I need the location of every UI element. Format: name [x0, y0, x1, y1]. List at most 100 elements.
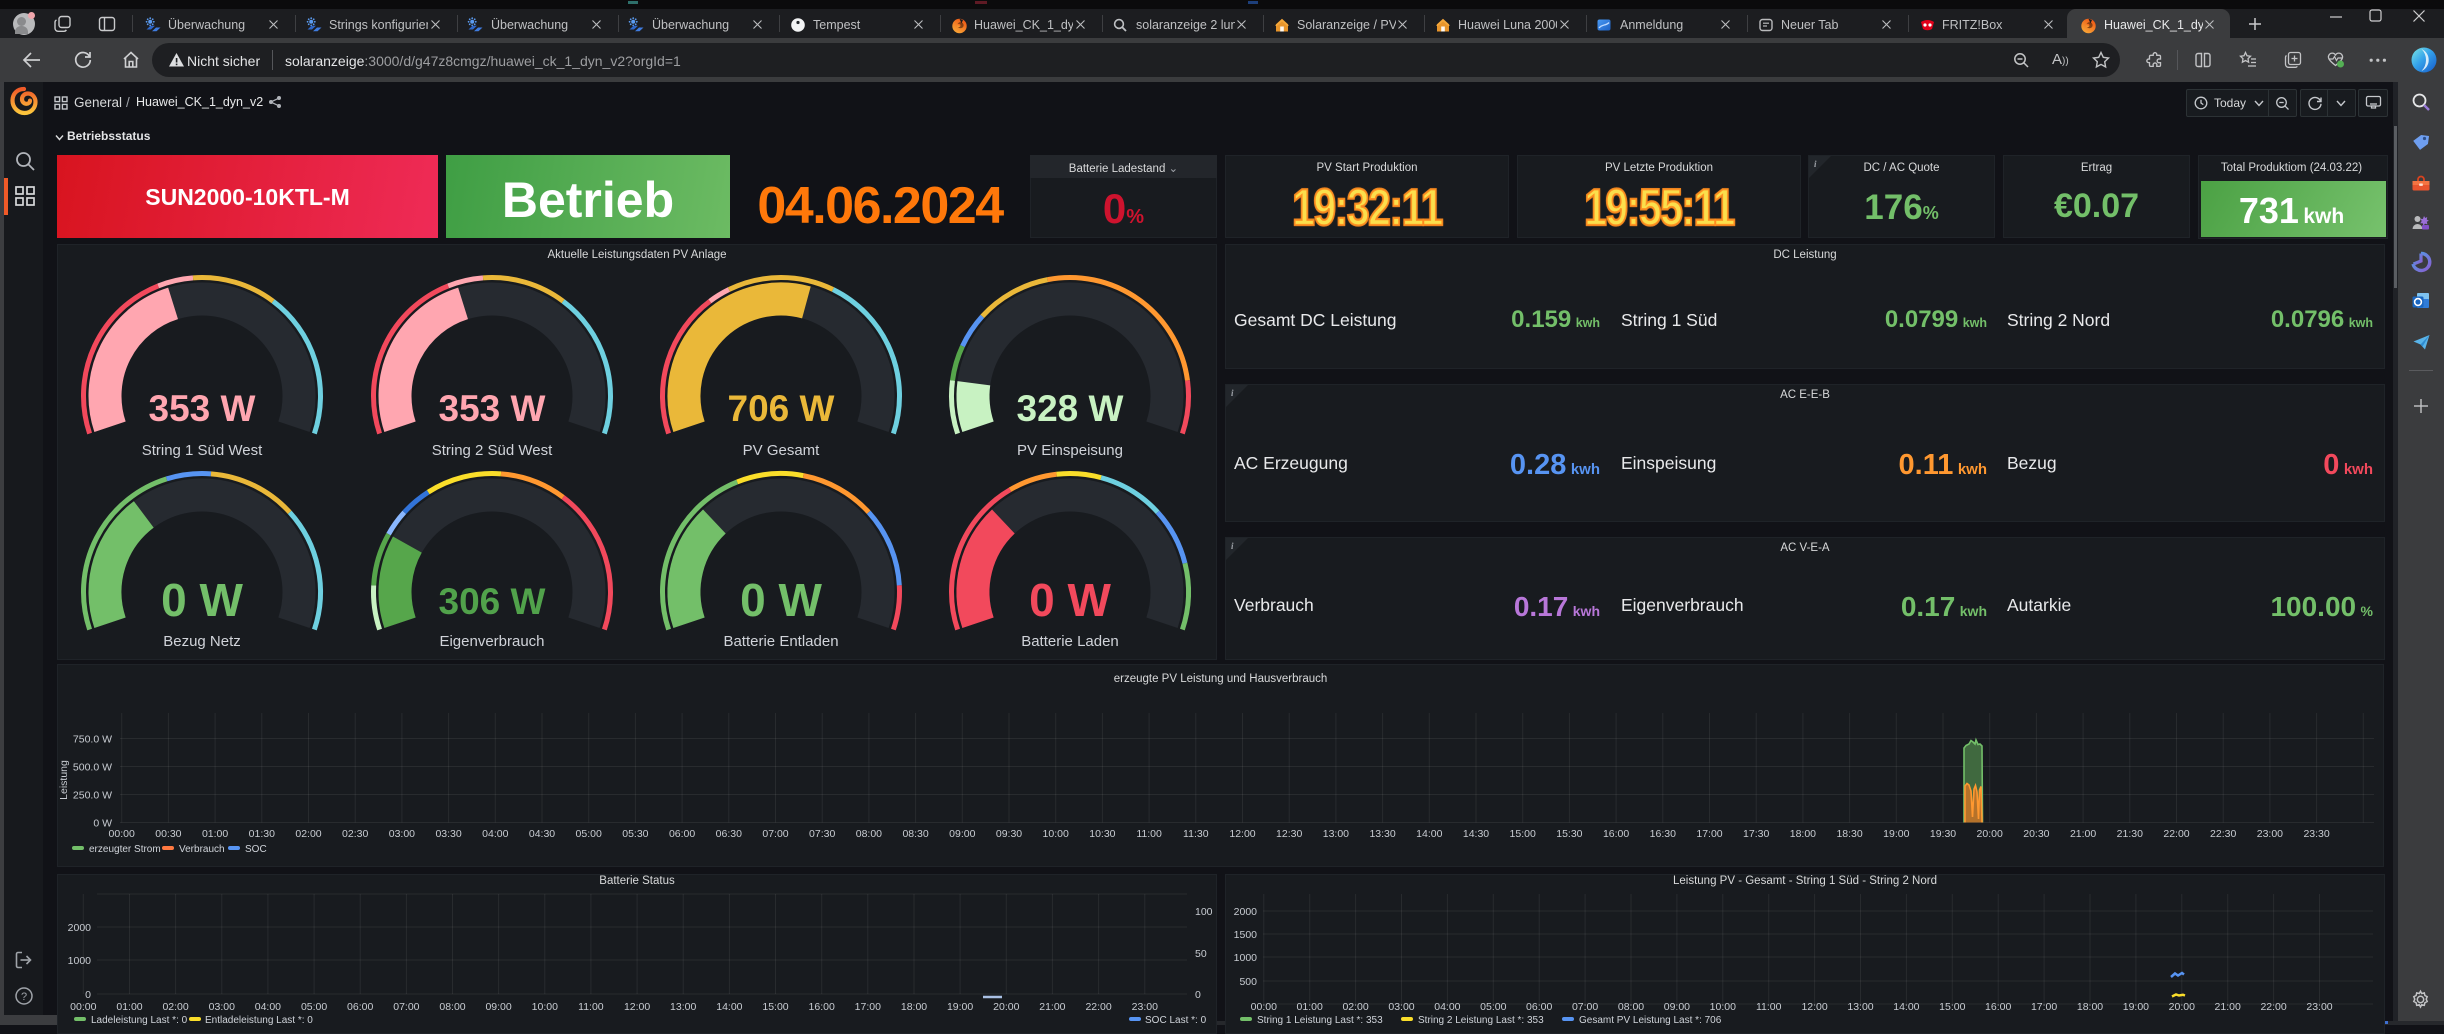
svg-text:01:00: 01:00: [116, 1001, 142, 1013]
svg-text:10:00: 10:00: [1710, 1001, 1736, 1013]
svg-text:17:00: 17:00: [2031, 1001, 2057, 1013]
svg-text:06:00: 06:00: [669, 828, 695, 840]
svg-text:00:00: 00:00: [1251, 1001, 1277, 1013]
svg-text:18:00: 18:00: [901, 1001, 927, 1013]
svg-text:08:00: 08:00: [856, 828, 882, 840]
svg-text:02:00: 02:00: [1342, 1001, 1368, 1013]
svg-text:04:30: 04:30: [529, 828, 555, 840]
svg-text:06:30: 06:30: [716, 828, 742, 840]
svg-text:04:00: 04:00: [482, 828, 508, 840]
svg-text:07:30: 07:30: [809, 828, 835, 840]
svg-text:21:30: 21:30: [2117, 828, 2143, 840]
svg-text:19:00: 19:00: [947, 1001, 973, 1013]
svg-text:22:30: 22:30: [2210, 828, 2236, 840]
svg-text:09:00: 09:00: [485, 1001, 511, 1013]
svg-text:00:00: 00:00: [70, 1001, 96, 1013]
svg-text:250.0 W: 250.0 W: [73, 790, 112, 802]
svg-text:erzeugter Strom: erzeugter Strom: [89, 844, 161, 855]
svg-text:09:00: 09:00: [949, 828, 975, 840]
svg-text:22:00: 22:00: [2260, 1001, 2286, 1013]
svg-text:06:00: 06:00: [347, 1001, 373, 1013]
svg-text:750.0 W: 750.0 W: [73, 734, 112, 746]
svg-text:21:00: 21:00: [1039, 1001, 1065, 1013]
svg-text:1000: 1000: [68, 955, 92, 967]
svg-text:Entladeleistung Last *: 0: Entladeleistung Last *: 0: [205, 1015, 313, 1026]
svg-text:21:00: 21:00: [2215, 1001, 2241, 1013]
svg-text:07:00: 07:00: [762, 828, 788, 840]
svg-text:13:00: 13:00: [1847, 1001, 1873, 1013]
svg-text:14:00: 14:00: [1893, 1001, 1919, 1013]
svg-text:05:30: 05:30: [622, 828, 648, 840]
svg-text:15:00: 15:00: [1939, 1001, 1965, 1013]
svg-text:0: 0: [1195, 989, 1201, 1001]
svg-text:23:30: 23:30: [2303, 828, 2329, 840]
svg-text:03:30: 03:30: [435, 828, 461, 840]
svg-text:100: 100: [1195, 906, 1213, 918]
svg-text:01:30: 01:30: [249, 828, 275, 840]
svg-text:18:00: 18:00: [2077, 1001, 2103, 1013]
svg-text:String 2 Leistung Last *: 353: String 2 Leistung Last *: 353: [1418, 1015, 1544, 1026]
svg-text:1000: 1000: [1234, 952, 1258, 964]
svg-text:13:00: 13:00: [1323, 828, 1349, 840]
svg-text:17:30: 17:30: [1743, 828, 1769, 840]
svg-text:13:30: 13:30: [1369, 828, 1395, 840]
svg-text:50: 50: [1195, 948, 1207, 960]
svg-text:18:30: 18:30: [1836, 828, 1862, 840]
svg-text:String 1 Leistung Last *: 353: String 1 Leistung Last *: 353: [1257, 1015, 1383, 1026]
svg-text:15:00: 15:00: [762, 1001, 788, 1013]
svg-text:14:30: 14:30: [1463, 828, 1489, 840]
svg-text:05:00: 05:00: [1480, 1001, 1506, 1013]
svg-text:11:00: 11:00: [578, 1001, 604, 1013]
svg-text:23:00: 23:00: [2306, 1001, 2332, 1013]
svg-text:23:00: 23:00: [1132, 1001, 1158, 1013]
svg-text:03:00: 03:00: [1388, 1001, 1414, 1013]
svg-text:10:30: 10:30: [1089, 828, 1115, 840]
svg-text:16:00: 16:00: [1985, 1001, 2011, 1013]
svg-text:03:00: 03:00: [209, 1001, 235, 1013]
svg-text:01:00: 01:00: [1297, 1001, 1323, 1013]
svg-text:05:00: 05:00: [301, 1001, 327, 1013]
svg-text:20:30: 20:30: [2023, 828, 2049, 840]
svg-text:06:00: 06:00: [1526, 1001, 1552, 1013]
svg-text:1500: 1500: [1234, 929, 1258, 941]
svg-text:12:00: 12:00: [1229, 828, 1255, 840]
svg-text:09:30: 09:30: [996, 828, 1022, 840]
svg-text:20:00: 20:00: [993, 1001, 1019, 1013]
svg-text:SOC: SOC: [245, 844, 267, 855]
svg-text:00:00: 00:00: [109, 828, 135, 840]
svg-text:23:00: 23:00: [2257, 828, 2283, 840]
svg-text:15:30: 15:30: [1556, 828, 1582, 840]
svg-text:16:30: 16:30: [1650, 828, 1676, 840]
svg-text:22:00: 22:00: [1085, 1001, 1111, 1013]
svg-text:12:00: 12:00: [624, 1001, 650, 1013]
svg-text:?: ?: [21, 991, 27, 1003]
svg-text:0: 0: [85, 989, 91, 1001]
svg-text:11:00: 11:00: [1136, 828, 1162, 840]
svg-text:20:00: 20:00: [2169, 1001, 2195, 1013]
svg-text:19:30: 19:30: [1930, 828, 1956, 840]
svg-text:13:00: 13:00: [670, 1001, 696, 1013]
svg-text:01:00: 01:00: [202, 828, 228, 840]
svg-text:09:00: 09:00: [1664, 1001, 1690, 1013]
svg-text:02:30: 02:30: [342, 828, 368, 840]
svg-text:04:00: 04:00: [255, 1001, 281, 1013]
svg-text:00:30: 00:30: [155, 828, 181, 840]
svg-text:15:00: 15:00: [1510, 828, 1536, 840]
svg-text:08:30: 08:30: [902, 828, 928, 840]
svg-text:11:00: 11:00: [1756, 1001, 1782, 1013]
svg-text:19:00: 19:00: [2123, 1001, 2149, 1013]
svg-text:10:00: 10:00: [1043, 828, 1069, 840]
svg-text:SOC Last *: 0: SOC Last *: 0: [1145, 1015, 1207, 1026]
svg-text:16:00: 16:00: [1603, 828, 1629, 840]
svg-text:2000: 2000: [1234, 906, 1258, 918]
svg-text:07:00: 07:00: [393, 1001, 419, 1013]
svg-text:16:00: 16:00: [809, 1001, 835, 1013]
svg-text:14:00: 14:00: [1416, 828, 1442, 840]
svg-text:19:00: 19:00: [1883, 828, 1909, 840]
svg-text:18:00: 18:00: [1790, 828, 1816, 840]
svg-text:Leistung: Leistung: [58, 760, 70, 800]
svg-text:03:00: 03:00: [389, 828, 415, 840]
svg-text:Gesamt PV Leistung Last *: 70: Gesamt PV Leistung Last *: 706: [1579, 1015, 1722, 1026]
svg-text:21:00: 21:00: [2070, 828, 2096, 840]
svg-text:20:00: 20:00: [1977, 828, 2003, 840]
